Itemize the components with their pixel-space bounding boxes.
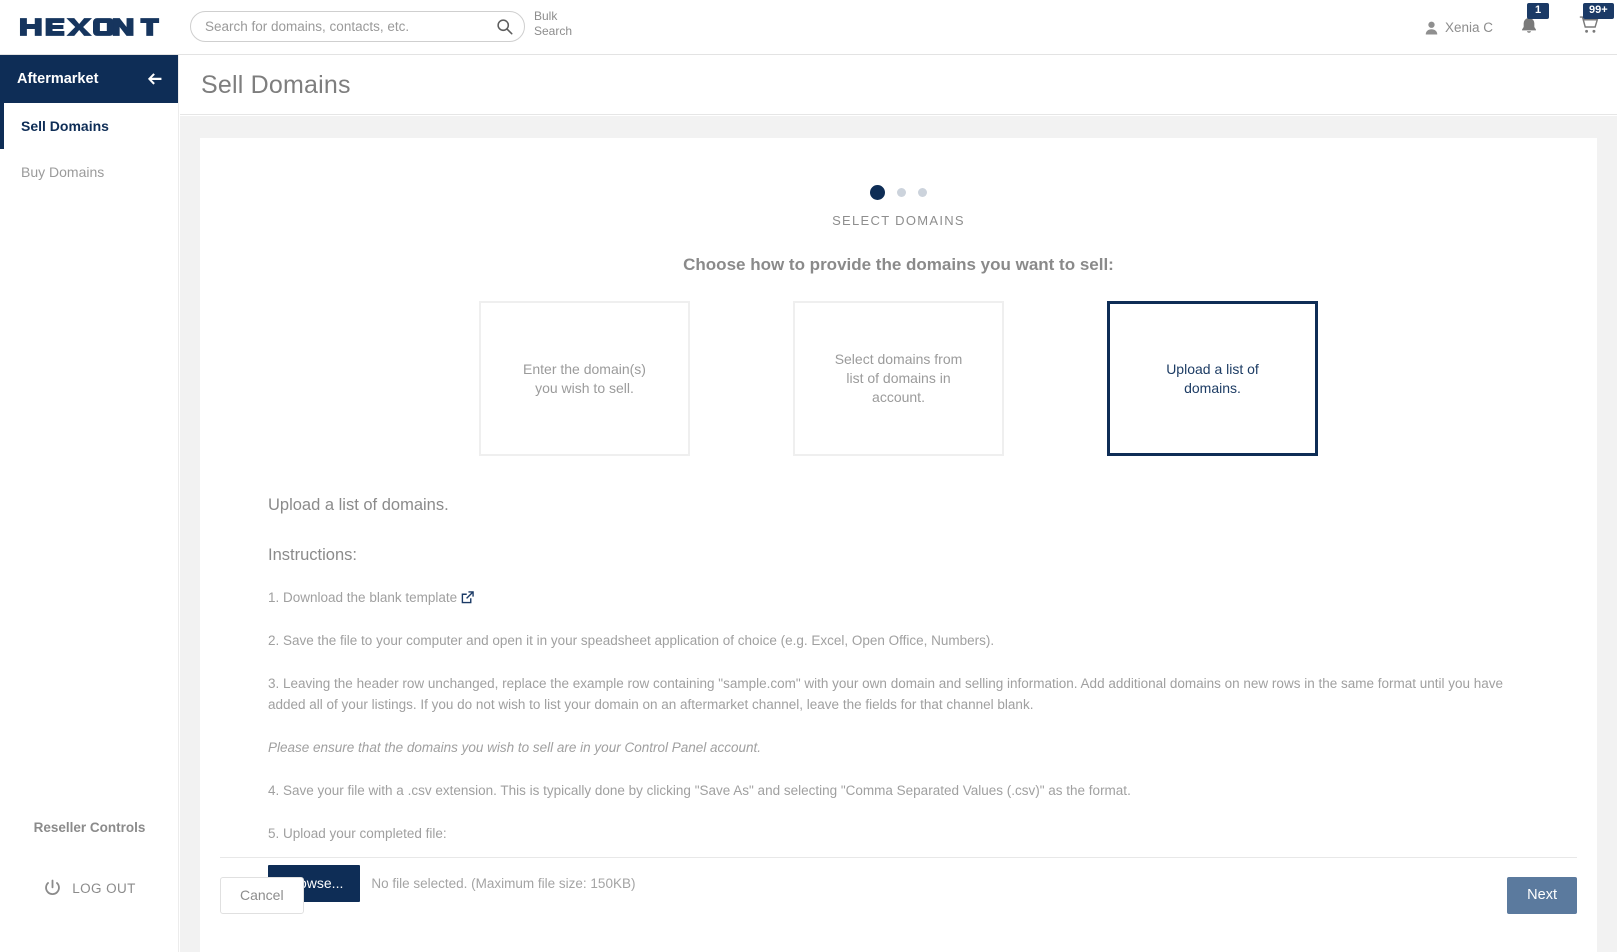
sidebar-title: Aftermarket — [17, 71, 99, 87]
main-content: SELECT DOMAINS Choose how to provide the… — [180, 116, 1617, 952]
cancel-button[interactable]: Cancel — [220, 877, 304, 914]
sidebar-item-sell-domains[interactable]: Sell Domains — [0, 103, 178, 149]
instruction-step-5: 5. Upload your completed file: — [268, 826, 447, 841]
instruction-step-2: 2. Save the file to your computer and op… — [268, 633, 995, 648]
instruction-step-4: 4. Save your file with a .csv extension.… — [268, 783, 1131, 798]
page-title: Sell Domains — [201, 70, 351, 99]
instruction-step-1: 1. Download the blank template — [268, 587, 1530, 608]
arrow-left-icon[interactable] — [147, 72, 162, 86]
option-card-label: Enter the domain(s) you wish to sell. — [523, 360, 646, 396]
logout-label: LOG OUT — [72, 881, 136, 896]
bell-icon — [1521, 16, 1537, 38]
user-name: Xenia C — [1444, 20, 1493, 35]
hexonet-logo[interactable] — [18, 14, 168, 40]
reseller-controls-link[interactable]: Reseller Controls — [0, 820, 179, 835]
step-dots — [200, 184, 1597, 200]
sidebar-item-buy-domains[interactable]: Buy Domains — [0, 149, 178, 195]
instruction-note: Please ensure that the domains you wish … — [268, 740, 762, 755]
choose-heading: Choose how to provide the domains you wa… — [683, 255, 1114, 274]
instruction-step-1-text: 1. Download the blank template — [268, 590, 458, 605]
wizard-footer: Cancel Next — [220, 857, 1577, 914]
top-bar: Bulk Search Xenia C 1 — [0, 0, 1617, 55]
wizard-panel: SELECT DOMAINS Choose how to provide the… — [200, 138, 1597, 952]
top-bar-actions: Xenia C 1 99+ — [1425, 0, 1614, 55]
sidebar-item-label: Sell Domains — [21, 118, 109, 134]
option-card-select-from-account[interactable]: Select domains from list of domains in a… — [793, 301, 1004, 456]
user-menu[interactable]: Xenia C — [1425, 20, 1493, 35]
option-card-upload-list[interactable]: Upload a list of domains. — [1107, 301, 1318, 456]
search-input[interactable] — [190, 11, 525, 42]
cart-icon — [1579, 16, 1599, 38]
page-header: Sell Domains — [180, 56, 1617, 115]
notifications-button[interactable]: 1 — [1521, 3, 1549, 39]
global-search[interactable] — [190, 11, 525, 42]
cart-button[interactable]: 99+ — [1579, 3, 1614, 39]
bulk-search-link[interactable]: Bulk Search — [534, 9, 586, 39]
step-label: SELECT DOMAINS — [832, 213, 965, 228]
bulk-search-label-line1: Bulk — [534, 9, 558, 23]
wizard-stepper: SELECT DOMAINS — [200, 184, 1597, 228]
instructions-label: Instructions: — [268, 546, 357, 564]
option-card-enter-domains[interactable]: Enter the domain(s) you wish to sell. — [479, 301, 690, 456]
cart-badge: 99+ — [1583, 3, 1614, 19]
upload-panel-title: Upload a list of domains. — [268, 496, 449, 514]
bulk-search-label-line2: Search — [534, 24, 573, 38]
external-link-icon[interactable] — [461, 589, 474, 604]
step-dot-3[interactable] — [918, 187, 927, 197]
option-card-label: Upload a list of domains. — [1166, 360, 1259, 396]
sidebar: Aftermarket Sell Domains Buy Domains Res… — [0, 55, 179, 952]
next-button[interactable]: Next — [1507, 877, 1577, 914]
step-dot-2[interactable] — [897, 187, 906, 197]
step-dot-1[interactable] — [870, 184, 885, 200]
search-icon[interactable] — [496, 18, 513, 35]
instruction-step-3: 3. Leaving the header row unchanged, rep… — [268, 676, 1504, 712]
power-icon — [43, 879, 62, 898]
logout-button[interactable]: LOG OUT — [0, 879, 179, 898]
sidebar-item-label: Buy Domains — [21, 164, 105, 180]
upload-instructions: Upload a list of domains. Instructions: … — [200, 496, 1597, 902]
sidebar-header: Aftermarket — [0, 55, 178, 103]
option-cards: Enter the domain(s) you wish to sell. Se… — [200, 301, 1597, 456]
user-icon — [1425, 21, 1438, 35]
option-card-label: Select domains from list of domains in a… — [834, 351, 963, 405]
notifications-badge: 1 — [1527, 3, 1549, 19]
